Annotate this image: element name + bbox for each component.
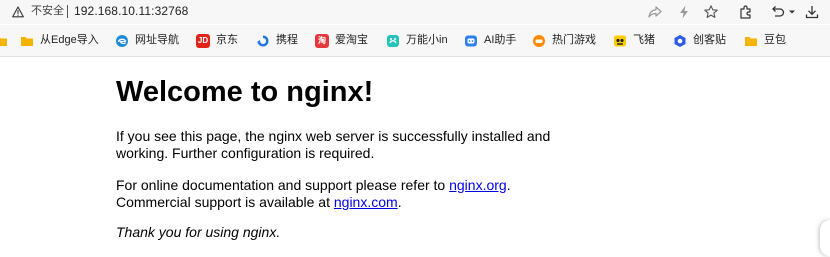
url-input[interactable]: 192.168.10.11:32768 — [74, 4, 188, 19]
side-panel-handle[interactable] — [820, 220, 830, 256]
bookmark-games[interactable]: 热门游戏 — [532, 25, 596, 56]
thank-you-text: Thank you for using nginx. — [116, 224, 281, 240]
bookmark-jd[interactable]: JD 京东 — [196, 25, 238, 56]
folder-icon — [0, 34, 8, 48]
docs-paragraph: For online documentation and support ple… — [116, 177, 576, 211]
extensions-icon[interactable] — [738, 4, 754, 20]
nginx-org-link[interactable]: nginx.org — [449, 177, 507, 193]
star-icon[interactable] — [703, 4, 719, 20]
folder-icon — [20, 34, 34, 48]
nginx-com-link[interactable]: nginx.com — [334, 194, 398, 210]
insecure-label[interactable]: 不安全 — [31, 5, 64, 18]
taobao-icon: 淘 — [315, 33, 329, 48]
intro-paragraph: If you see this page, the nginx web serv… — [116, 128, 551, 161]
docs-text-after: . — [397, 194, 402, 210]
game-icon — [532, 34, 546, 48]
docs-text-before: For online documentation and support ple… — [116, 177, 450, 193]
warning-icon[interactable] — [12, 5, 24, 18]
chuangketie-icon — [673, 34, 687, 48]
bookmark-doubao[interactable]: 豆包 — [744, 25, 786, 56]
edge-icon — [115, 34, 129, 48]
chevron-down-icon[interactable] — [785, 4, 801, 20]
bookmark-nav[interactable]: 网址导航 — [115, 25, 179, 56]
share-icon[interactable] — [647, 4, 663, 20]
download-icon[interactable] — [804, 4, 820, 20]
undo-icon[interactable] — [770, 4, 786, 20]
wanneng-icon — [386, 34, 400, 48]
address-bar: 不安全 192.168.10.11:32768 — [0, 0, 830, 24]
bookmark-fliggy[interactable]: 飞猪 — [613, 25, 655, 56]
bookmark-chuangketie[interactable]: 创客贴 — [673, 25, 726, 56]
folder-icon — [744, 34, 758, 48]
url-separator — [67, 5, 68, 18]
bookmark-wanneng[interactable]: 万能小in — [386, 25, 448, 56]
bookmark-ai-assistant[interactable]: AI助手 — [464, 25, 516, 56]
bookmark-ctrip[interactable]: 携程 — [256, 25, 298, 56]
page-content: Welcome to nginx! If you see this page, … — [0, 57, 830, 257]
jd-icon: JD — [196, 33, 210, 48]
page-title: Welcome to nginx! — [116, 76, 374, 108]
lightning-icon[interactable] — [676, 4, 692, 20]
bookmark-overflow[interactable] — [0, 25, 8, 56]
ai-assistant-icon — [464, 34, 478, 48]
bookmarks-bar: 从Edge导入 网址导航 JD 京东 携程 淘 爱淘宝 万能小in AI助手 热… — [0, 25, 830, 57]
bookmark-taobao[interactable]: 淘 爱淘宝 — [315, 25, 368, 56]
ctrip-icon — [256, 34, 270, 48]
bookmark-edge-import[interactable]: 从Edge导入 — [20, 25, 99, 56]
fliggy-icon — [613, 34, 627, 48]
